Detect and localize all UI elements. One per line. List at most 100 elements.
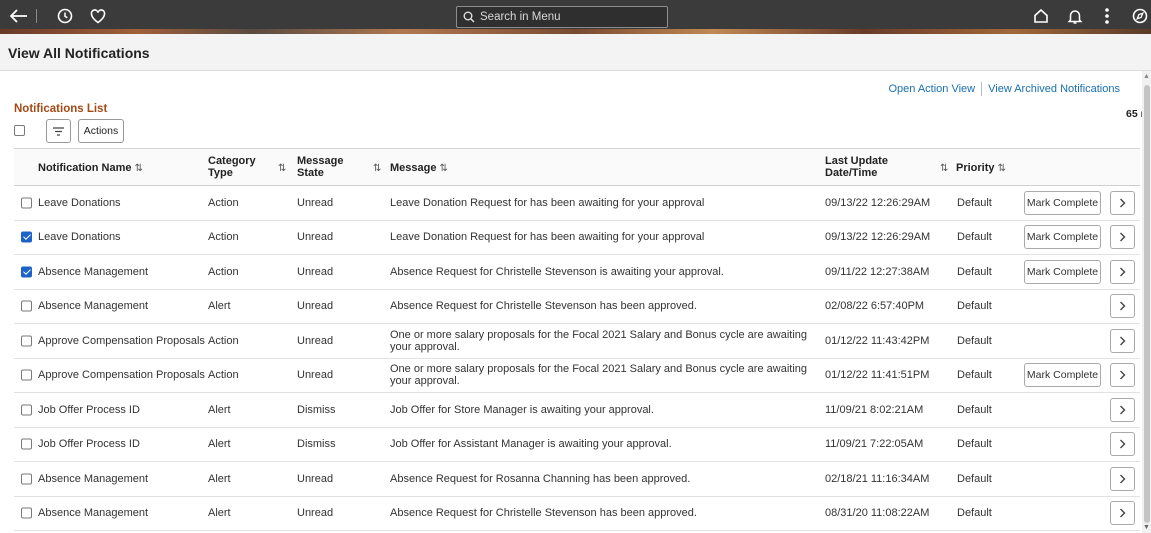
back-arrow-icon[interactable] xyxy=(8,5,30,27)
mark-complete-button[interactable]: Mark Complete xyxy=(1024,259,1101,284)
message-cell: Absence Request for Christelle Stevenson… xyxy=(390,300,697,313)
row-checkbox[interactable] xyxy=(21,507,32,519)
top-banner: Search in Menu xyxy=(0,0,1151,34)
navbar-compass-icon[interactable] xyxy=(1130,5,1150,27)
col-message-state[interactable]: Message State xyxy=(297,155,343,179)
message-state-cell: Unread xyxy=(297,369,334,382)
sort-icon[interactable]: ⇅ xyxy=(278,163,286,174)
table-row[interactable]: Absence Management Alert Unread Absence Req… xyxy=(14,290,1140,324)
row-checkbox[interactable] xyxy=(21,197,32,209)
row-details-button[interactable] xyxy=(1110,294,1135,319)
home-icon[interactable] xyxy=(1031,5,1051,27)
chevron-right-icon xyxy=(1120,508,1126,518)
col-last-update[interactable]: Last Update Date/Time xyxy=(825,155,888,179)
chevron-right-icon xyxy=(1120,267,1126,277)
history-clock-icon[interactable] xyxy=(55,5,75,27)
col-priority[interactable]: Priority ⇅ xyxy=(956,162,1006,175)
notification-name-cell: Approve Compensation Proposals xyxy=(38,334,205,347)
category-type-cell: Alert xyxy=(208,472,231,485)
message-cell: Absence Request for Christelle Stevenson… xyxy=(390,265,724,278)
more-actions-kebab-icon[interactable] xyxy=(1097,5,1117,27)
priority-cell: Default xyxy=(957,403,992,416)
message-cell: Absence Request for Rosanna Channing has… xyxy=(390,472,691,485)
table-row[interactable]: Approve Compensation Proposals Action Unre… xyxy=(14,359,1140,393)
search-input[interactable]: Search in Menu xyxy=(456,6,668,28)
priority-cell: Default xyxy=(957,265,992,278)
table-row[interactable]: Job Offer Process ID Alert Dismiss Job Offe… xyxy=(14,393,1140,428)
filter-button[interactable] xyxy=(46,119,71,143)
row-checkbox[interactable] xyxy=(21,266,32,278)
sort-icon[interactable]: ⇅ xyxy=(940,163,948,174)
col-last-update-label: Last Update xyxy=(825,155,888,167)
row-checkbox-cell xyxy=(21,231,32,243)
vertical-scrollbar[interactable]: ▲ ▼ xyxy=(1142,71,1151,533)
chevron-right-icon xyxy=(1120,439,1126,449)
chevron-right-icon xyxy=(1120,232,1126,242)
row-checkbox[interactable] xyxy=(21,231,32,243)
scroll-up-arrow-icon[interactable]: ▲ xyxy=(1143,73,1150,80)
last-update-cell: 09/13/22 12:26:29AM xyxy=(825,231,931,244)
row-details-button[interactable] xyxy=(1110,466,1135,491)
last-update-cell: 08/31/20 11:08:22AM xyxy=(825,507,930,520)
message-state-cell: Unread xyxy=(297,300,334,313)
row-checkbox-cell xyxy=(21,438,32,450)
mark-complete-button[interactable]: Mark Complete xyxy=(1024,190,1101,215)
notification-name-cell: Job Offer Process ID xyxy=(38,438,140,451)
last-update-cell: 01/12/22 11:43:42PM xyxy=(825,334,930,347)
row-checkbox[interactable] xyxy=(21,438,32,450)
chevron-right-icon xyxy=(1120,198,1126,208)
table-row[interactable]: Approve Compensation Proposals Action Unre… xyxy=(14,324,1140,359)
col-message[interactable]: Message ⇅ xyxy=(390,162,448,175)
col-message-state-label-2: State xyxy=(297,167,324,179)
row-details-button[interactable] xyxy=(1110,225,1135,250)
row-details-button[interactable] xyxy=(1110,363,1135,388)
message-state-cell: Unread xyxy=(297,196,334,209)
notifications-bell-icon[interactable] xyxy=(1065,5,1085,27)
message-cell: Job Offer for Store Manager is awaiting … xyxy=(390,403,654,416)
row-details-button[interactable] xyxy=(1110,190,1135,215)
priority-cell: Default xyxy=(957,196,992,209)
open-action-view-link[interactable]: Open Action View xyxy=(888,83,975,95)
scroll-down-arrow-icon[interactable]: ▼ xyxy=(1143,524,1150,531)
message-cell: Job Offer for Assistant Manager is await… xyxy=(390,438,672,451)
mark-complete-button[interactable]: Mark Complete xyxy=(1024,225,1101,250)
row-checkbox[interactable] xyxy=(21,300,32,312)
table-row[interactable]: Absence Management Alert Unread Absence Req… xyxy=(14,497,1140,531)
mark-complete-button[interactable]: Mark Complete xyxy=(1024,363,1101,388)
table-row[interactable]: Absence Management Action Unread Absence Re… xyxy=(14,255,1140,290)
row-checkbox[interactable] xyxy=(21,473,32,485)
row-details-button[interactable] xyxy=(1110,397,1135,422)
notification-name-cell: Leave Donations xyxy=(38,196,121,209)
row-details-button[interactable] xyxy=(1110,432,1135,457)
sort-icon: ⇅ xyxy=(997,163,1006,174)
row-checkbox-cell xyxy=(21,197,32,209)
scrollbar-thumb[interactable] xyxy=(1144,85,1150,523)
last-update-cell: 01/12/22 11:41:51PM xyxy=(825,369,930,382)
chevron-right-icon xyxy=(1120,336,1126,346)
priority-cell: Default xyxy=(957,438,992,451)
row-details-button[interactable] xyxy=(1110,259,1135,284)
row-details-button[interactable] xyxy=(1110,501,1135,526)
table-row[interactable]: Leave Donations Action Unread Leave Donatio… xyxy=(14,186,1140,221)
table-row[interactable]: Leave Donations Action Unread Leave Donatio… xyxy=(14,221,1140,255)
table-row[interactable]: Job Offer Process ID Alert Dismiss Job Offe… xyxy=(14,428,1140,462)
search-placeholder: Search in Menu xyxy=(480,11,561,23)
col-notification-name[interactable]: Notification Name ⇅ xyxy=(38,162,143,175)
priority-cell: Default xyxy=(957,231,992,244)
notification-name-cell: Leave Donations xyxy=(38,231,121,244)
select-all-checkbox[interactable] xyxy=(14,125,25,136)
row-checkbox[interactable] xyxy=(21,404,32,416)
priority-cell: Default xyxy=(957,334,992,347)
table-row[interactable]: Absence Management Alert Unread Absence Req… xyxy=(14,462,1140,497)
category-type-cell: Alert xyxy=(208,507,231,520)
actions-button[interactable]: Actions xyxy=(78,119,124,143)
message-cell: One or more salary proposals for the Foc… xyxy=(390,363,807,388)
message-state-cell: Unread xyxy=(297,231,334,244)
sort-icon[interactable]: ⇅ xyxy=(373,163,381,174)
row-details-button[interactable] xyxy=(1110,328,1135,353)
favorites-heart-icon[interactable] xyxy=(88,5,108,27)
col-category-type[interactable]: Category Type xyxy=(208,155,256,179)
row-checkbox[interactable] xyxy=(21,335,32,347)
view-archived-notifications-link[interactable]: View Archived Notifications xyxy=(988,83,1120,95)
row-checkbox[interactable] xyxy=(21,369,32,381)
